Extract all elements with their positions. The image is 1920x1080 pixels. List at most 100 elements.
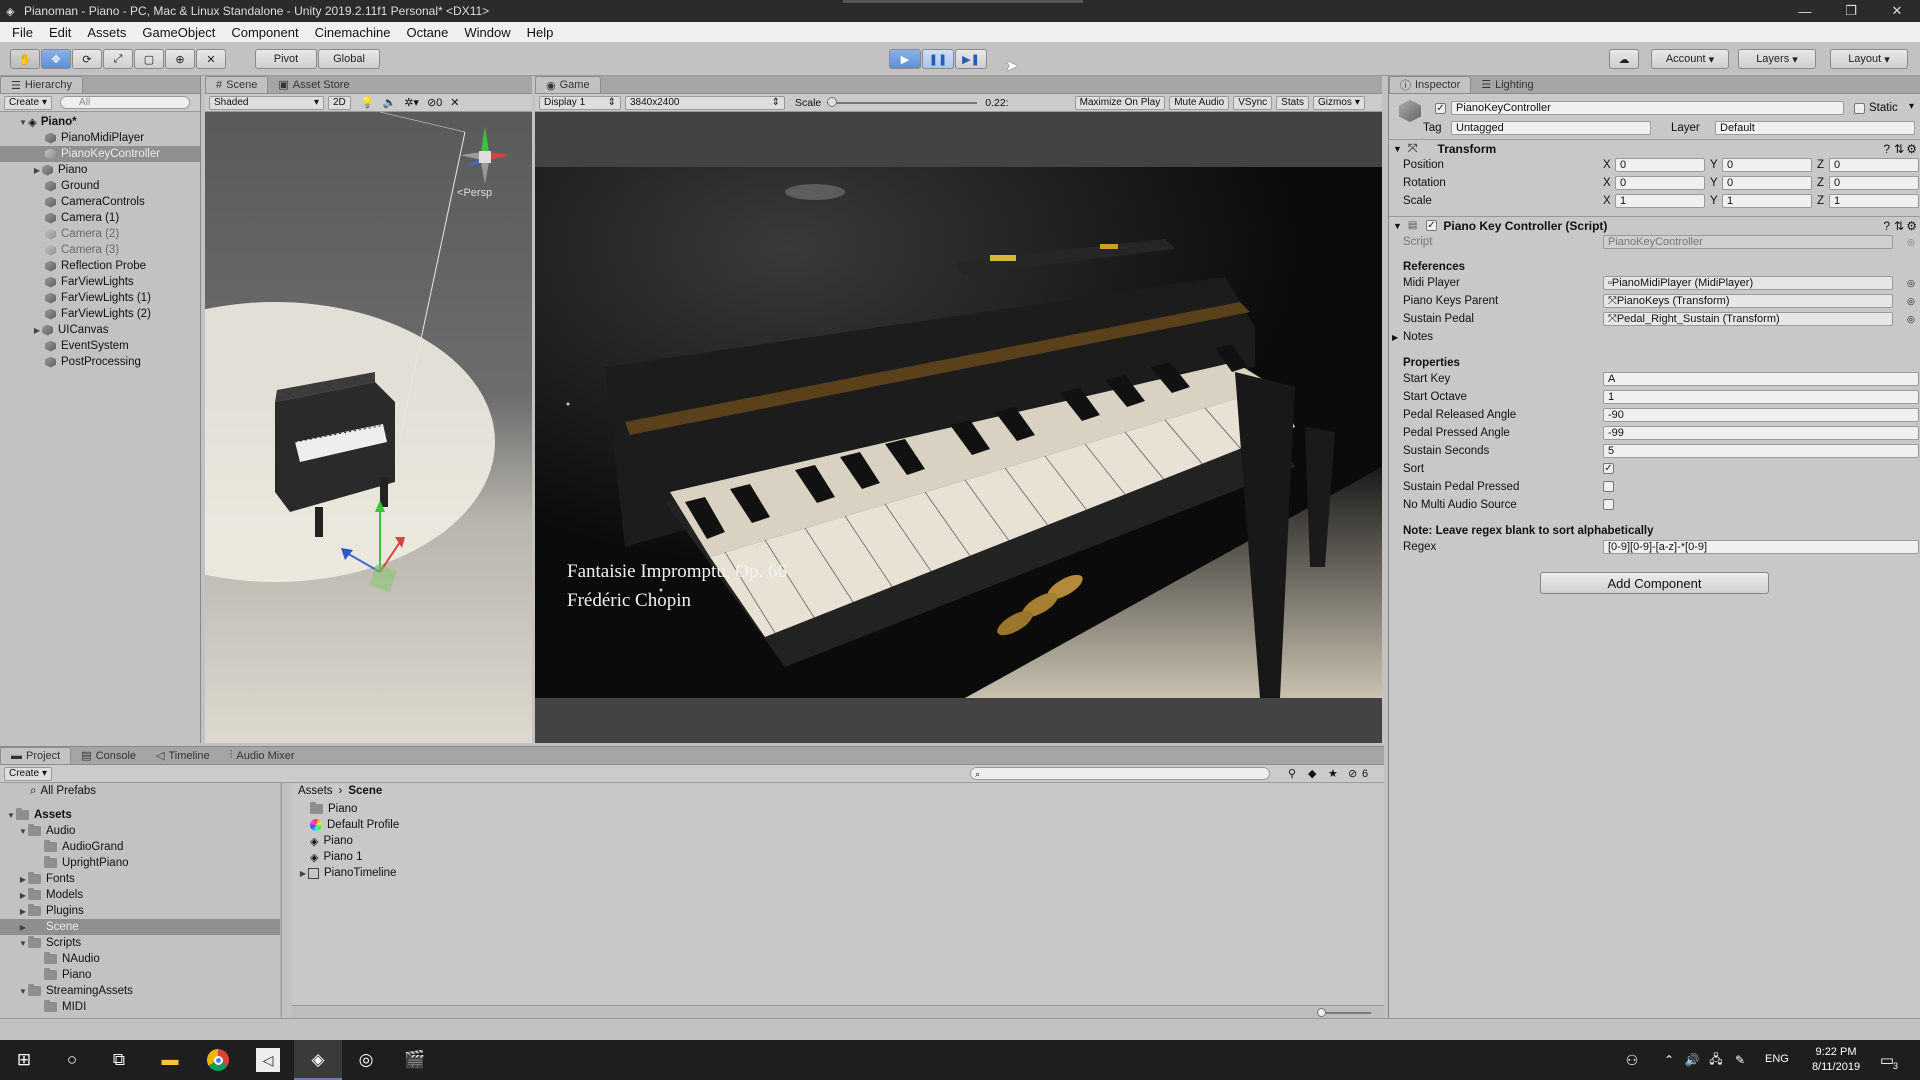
people-icon[interactable]: ⚇ — [1620, 1048, 1644, 1072]
menu-edit[interactable]: Edit — [41, 25, 79, 40]
folder-item[interactable]: ▶ Plugins — [0, 903, 281, 919]
expand-arrow-icon[interactable]: ▼ — [18, 987, 28, 996]
layout-dropdown[interactable]: Layout ▾ — [1830, 49, 1908, 69]
tree-scrollbar[interactable] — [280, 783, 282, 1019]
network-icon[interactable]: 🖧 — [1704, 1048, 1728, 1072]
folder-item[interactable]: Piano — [0, 967, 281, 983]
folder-item[interactable]: MIDI — [0, 999, 281, 1015]
rotation-x-field[interactable]: 0 — [1615, 176, 1705, 190]
hierarchy-item[interactable]: FarViewLights (2) — [0, 306, 200, 322]
filter-type-icon[interactable]: ⚲ — [1288, 767, 1296, 780]
cortana-search-icon[interactable]: ○ — [60, 1048, 84, 1072]
object-name-field[interactable]: PianoKeyController — [1451, 101, 1844, 115]
icon-size-slider[interactable] — [1317, 1008, 1371, 1017]
expand-arrow-icon[interactable]: ▼ — [18, 827, 28, 836]
pedal-released-field[interactable]: -90 — [1603, 408, 1919, 422]
tag-dropdown[interactable]: Untagged — [1451, 121, 1651, 135]
custom-tool-icon[interactable]: ✕ — [196, 49, 226, 69]
hidden-packages-icon[interactable]: ⊘ — [1348, 767, 1357, 780]
sustain-pedal-field[interactable]: ⤧ Pedal_Right_Sustain (Transform) — [1603, 312, 1893, 326]
maximize-on-play-toggle[interactable]: Maximize On Play — [1074, 95, 1166, 110]
menu-gameobject[interactable]: GameObject — [134, 25, 223, 40]
hierarchy-item[interactable]: EventSystem — [0, 338, 200, 354]
expand-arrow-icon[interactable]: ▶ — [298, 869, 308, 878]
position-x-field[interactable]: 0 — [1615, 158, 1705, 172]
object-picker-icon[interactable]: ◎ — [1907, 296, 1915, 307]
project-create-button[interactable]: Create ▾ — [4, 766, 53, 781]
layers-dropdown[interactable]: Layers ▾ — [1738, 49, 1816, 69]
move-tool-icon[interactable]: ✥ — [41, 49, 71, 69]
shading-dropdown[interactable]: Shaded ▾ — [209, 95, 324, 110]
foldout-arrow-icon[interactable]: ▼ — [1393, 144, 1402, 154]
hierarchy-search-input[interactable]: All — [60, 96, 191, 109]
scene-orientation-gizmo[interactable] — [450, 122, 520, 192]
active-checkbox[interactable]: ✓ — [1435, 103, 1446, 114]
tab-inspector[interactable]: ⓘ Inspector — [1389, 76, 1472, 93]
file-item[interactable]: Default Profile — [292, 817, 1384, 833]
transform-header[interactable]: ▼ ⤧ Transform ? ⇅ ⚙ — [1389, 139, 1920, 157]
tab-game[interactable]: ◉ Game — [535, 76, 601, 93]
octane-icon[interactable]: ◎ — [354, 1048, 378, 1072]
favorite-icon[interactable]: ★ — [1328, 767, 1338, 780]
hierarchy-item[interactable]: FarViewLights — [0, 274, 200, 290]
file-item[interactable]: ▶ PianoTimeline — [292, 865, 1384, 881]
unity-hub-icon[interactable]: ◁ — [256, 1048, 280, 1072]
hierarchy-item[interactable]: Camera (3) — [0, 242, 200, 258]
hierarchy-item[interactable]: CameraControls — [0, 194, 200, 210]
persp-label[interactable]: <Persp — [457, 187, 492, 199]
tab-lighting[interactable]: ☰ Lighting — [1471, 76, 1543, 93]
hierarchy-item[interactable]: PianoMidiPlayer — [0, 130, 200, 146]
display-dropdown[interactable]: Display 1 ⇕ — [539, 95, 621, 110]
sustain-pressed-checkbox[interactable] — [1603, 481, 1614, 492]
folder-item[interactable]: ▶ Models — [0, 887, 281, 903]
folder-item[interactable]: NAudio — [0, 951, 281, 967]
scale-slider-thumb[interactable] — [827, 96, 838, 107]
preset-icon[interactable]: ⇅ — [1894, 219, 1904, 233]
piano-keys-field[interactable]: ⤧ PianoKeys (Transform) — [1603, 294, 1893, 308]
pause-button[interactable]: ❚❚ — [922, 49, 954, 69]
folder-item[interactable]: ▼ Assets — [0, 807, 281, 823]
audio-toggle-icon[interactable]: 🔈 — [383, 96, 397, 109]
scale-z-field[interactable]: 1 — [1829, 194, 1919, 208]
play-button[interactable]: ▶ — [889, 49, 921, 69]
scene-viewport[interactable]: <Persp — [205, 112, 532, 743]
folder-item[interactable]: ▼ Scripts — [0, 935, 281, 951]
effects-toggle-icon[interactable]: ✲▾ — [404, 96, 419, 109]
menu-cinemachine[interactable]: Cinemachine — [307, 25, 399, 40]
expand-arrow-icon[interactable]: ▶ — [18, 891, 28, 900]
help-icon[interactable]: ? — [1883, 142, 1890, 156]
hand-tool-icon[interactable]: ✋ — [10, 49, 40, 69]
start-octave-field[interactable]: 1 — [1603, 390, 1919, 404]
tab-hierarchy[interactable]: ☰ Hierarchy — [0, 76, 83, 93]
tools-icon[interactable]: ✕ — [450, 96, 459, 109]
folder-item[interactable]: ▼ Audio — [0, 823, 281, 839]
preset-icon[interactable]: ⇅ — [1894, 142, 1904, 156]
file-item[interactable]: ◈ Piano 1 — [292, 849, 1384, 865]
hierarchy-item[interactable]: FarViewLights (1) — [0, 290, 200, 306]
language-indicator[interactable]: ENG — [1765, 1053, 1789, 1065]
menu-window[interactable]: Window — [456, 25, 518, 40]
windows-start-icon[interactable]: ⊞ — [12, 1048, 36, 1072]
expand-arrow-icon[interactable]: ▶ — [18, 923, 28, 932]
scale-y-field[interactable]: 1 — [1722, 194, 1812, 208]
menu-component[interactable]: Component — [223, 25, 306, 40]
regex-field[interactable]: [0-9][0-9]-[a-z]-*[0-9] — [1603, 540, 1919, 554]
folder-item[interactable]: ▼ StreamingAssets — [0, 983, 281, 999]
scale-x-field[interactable]: 1 — [1615, 194, 1705, 208]
add-component-button[interactable]: Add Component — [1540, 572, 1769, 594]
all-prefabs-item[interactable]: ⌕ All Prefabs — [0, 783, 281, 799]
hierarchy-item[interactable]: Camera (2) — [0, 226, 200, 242]
rect-tool-icon[interactable]: ▢ — [134, 49, 164, 69]
folder-item[interactable]: ▶ Fonts — [0, 871, 281, 887]
position-y-field[interactable]: 0 — [1722, 158, 1812, 172]
global-toggle[interactable]: Global — [318, 49, 380, 69]
task-view-icon[interactable]: ⧉ — [107, 1048, 131, 1072]
foldout-arrow-icon[interactable]: ▶ — [1392, 333, 1398, 342]
object-picker-icon[interactable]: ◎ — [1907, 314, 1915, 325]
no-multi-audio-checkbox[interactable] — [1603, 499, 1614, 510]
expand-arrow-icon[interactable]: ▼ — [18, 118, 28, 127]
video-editor-icon[interactable]: 🎬 — [403, 1048, 427, 1072]
expand-arrow-icon[interactable]: ▶ — [32, 326, 42, 335]
tree-scrollbar-thumb[interactable] — [281, 797, 282, 967]
2d-toggle[interactable]: 2D — [328, 95, 351, 110]
